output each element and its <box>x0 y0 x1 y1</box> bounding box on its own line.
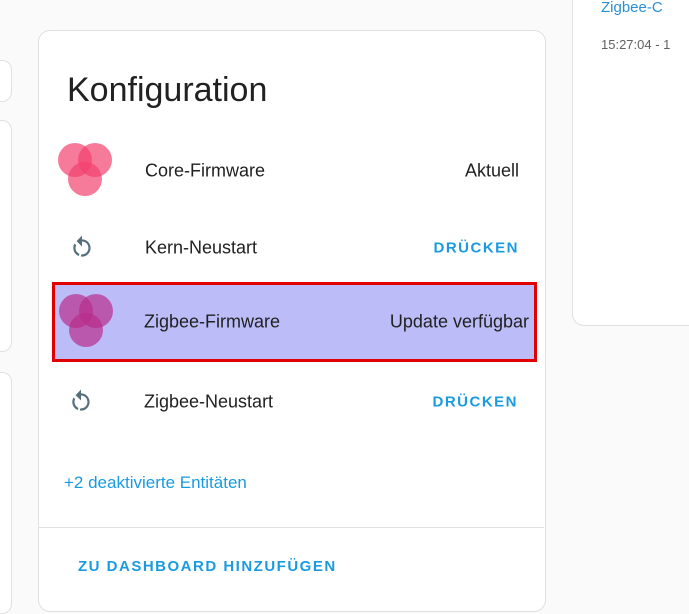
entity-row-zigbee-neustart[interactable]: Zigbee-Neustart DRÜCKEN <box>38 366 544 438</box>
edge-card-partial <box>0 120 12 352</box>
entity-state: Update verfügbar <box>389 311 529 332</box>
entity-label: Core-Firmware <box>145 160 266 181</box>
firmware-update-icon <box>58 143 112 196</box>
edge-card-partial <box>0 372 12 614</box>
press-button[interactable]: DRÜCKEN <box>434 240 520 257</box>
edge-card-partial <box>0 60 12 102</box>
restart-icon <box>73 235 91 257</box>
logbook-card: Zigbee-C 15:27:04 - 1 <box>572 0 689 326</box>
entity-label: Zigbee-Firmware <box>144 311 281 332</box>
logbook-entry-time: 15:27:04 - 1 <box>601 37 671 52</box>
add-to-dashboard-button[interactable]: ZU DASHBOARD HINZUFÜGEN <box>78 558 337 575</box>
entity-label: Kern-Neustart <box>145 237 258 258</box>
entity-row-zigbee-firmware[interactable]: Zigbee-Firmware Update verfügbar <box>52 282 537 362</box>
entity-label: Zigbee-Neustart <box>144 391 274 412</box>
press-button[interactable]: DRÜCKEN <box>433 394 519 411</box>
card-title: Konfiguration <box>67 71 268 109</box>
disabled-entities-link[interactable]: +2 deaktivierte Entitäten <box>64 473 247 493</box>
logbook-entry-title[interactable]: Zigbee-C <box>601 0 663 16</box>
restart-icon <box>72 389 90 411</box>
entity-row-core-firmware[interactable]: Core-Firmware Aktuell <box>39 135 545 207</box>
entity-row-kern-neustart[interactable]: Kern-Neustart DRÜCKEN <box>39 212 545 284</box>
firmware-update-icon <box>59 294 113 347</box>
entity-state: Aktuell <box>464 160 519 181</box>
